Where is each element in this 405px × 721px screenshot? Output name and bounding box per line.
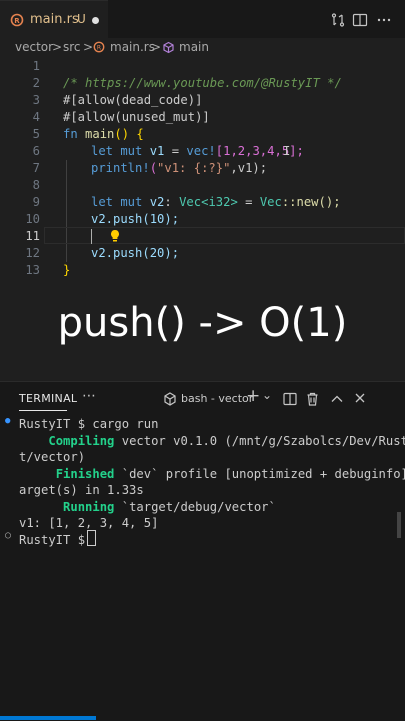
- breadcrumb-separator: >: [151, 40, 162, 54]
- line-number: 9: [32, 195, 40, 209]
- breadcrumb-main-rs[interactable]: main.rs: [110, 40, 155, 54]
- breadcrumb-src[interactable]: src: [63, 40, 81, 54]
- line-number: 10: [25, 212, 40, 226]
- status-progress-bar: [0, 716, 96, 720]
- panel-maximize-icon[interactable]: [330, 391, 344, 410]
- line-number: 1: [32, 59, 40, 73]
- text-caret: [91, 229, 92, 244]
- cargo-detail: `dev` profile [unoptimized + debuginfo] …: [114, 466, 405, 481]
- svg-text:R: R: [97, 45, 101, 52]
- terminal-prompt: RustyIT $: [19, 532, 93, 547]
- new-terminal-icon[interactable]: +: [246, 386, 260, 406]
- command-success-icon[interactable]: ●: [5, 416, 10, 426]
- breadcrumb-vector[interactable]: vector: [15, 40, 53, 54]
- line-number: 2: [32, 76, 40, 90]
- panel-more-icon[interactable]: ⋯: [82, 388, 96, 404]
- line-number: 8: [32, 178, 40, 192]
- editor-tab-bar: R main.rs U: [0, 0, 405, 39]
- command-prompt-marker-icon: ○: [5, 530, 12, 541]
- symbol-method-icon: [162, 41, 175, 57]
- line-number: 3: [32, 93, 40, 107]
- terminal-shell-name[interactable]: bash - vector: [181, 392, 253, 405]
- terminal-line: t/vector): [19, 450, 86, 464]
- terminal-line: RustyIT $ cargo run: [19, 417, 159, 431]
- compare-changes-icon[interactable]: [330, 12, 346, 28]
- rust-file-icon: R: [10, 13, 24, 27]
- cargo-status: Running: [63, 499, 115, 514]
- terminal-cursor: [87, 530, 96, 546]
- line-number: 4: [32, 110, 40, 124]
- split-terminal-icon[interactable]: [283, 391, 297, 410]
- breadcrumb-main-fn[interactable]: main: [179, 40, 209, 54]
- untracked-badge: U: [77, 12, 86, 26]
- terminal-line: v1: [1, 2, 3, 4, 5]: [19, 516, 159, 530]
- rust-file-icon: R: [93, 41, 105, 56]
- cargo-status: Compiling: [48, 433, 115, 448]
- line-number: 7: [32, 161, 40, 175]
- tab-terminal[interactable]: TERMINAL: [19, 392, 77, 405]
- breadcrumb-separator: >: [52, 40, 63, 54]
- tab-title: main.rs: [30, 12, 79, 27]
- line-number: 5: [32, 127, 40, 141]
- line-number: 12: [25, 246, 40, 260]
- panel-close-icon[interactable]: [353, 390, 367, 409]
- line-number: 11: [25, 229, 40, 243]
- terminal-line: Running `target/debug/vector`: [19, 499, 399, 516]
- svg-text:R: R: [14, 17, 20, 25]
- breadcrumb-separator: >: [83, 40, 94, 54]
- line-number: 6: [32, 144, 40, 158]
- split-editor-icon[interactable]: [352, 12, 368, 28]
- tab-main-rs[interactable]: R main.rs U: [0, 0, 108, 39]
- terminal-line: arget(s) in 1.33s: [19, 483, 144, 497]
- terminal-dropdown-icon[interactable]: ⌄: [262, 388, 272, 402]
- line-number: 13: [25, 263, 40, 277]
- breadcrumb: vector > src > R main.rs > main: [0, 38, 405, 58]
- unsaved-dot-icon[interactable]: [92, 17, 99, 24]
- cargo-status: Finished: [55, 466, 115, 481]
- more-actions-icon[interactable]: [376, 12, 392, 28]
- terminal-line: Compiling vector v0.1.0 (/mnt/g/Szabolcs…: [19, 433, 405, 450]
- active-tab-indicator: [19, 410, 67, 411]
- video-caption: push() -> O(1): [57, 300, 348, 346]
- cargo-detail: `target/debug/vector`: [114, 499, 276, 514]
- terminal-bash-icon: [163, 391, 177, 410]
- text-cursor-icon: I: [283, 144, 291, 158]
- terminal-line: Finished `dev` profile [unoptimized + de…: [19, 466, 405, 483]
- kill-terminal-icon[interactable]: [306, 391, 319, 410]
- cargo-detail: vector v0.1.0 (/mnt/g/Szabolcs/Dev/Rusty…: [114, 433, 405, 448]
